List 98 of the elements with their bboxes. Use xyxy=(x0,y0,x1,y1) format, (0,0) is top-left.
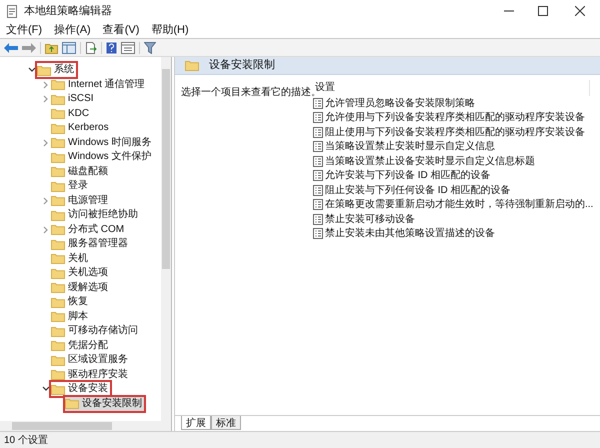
folder-icon xyxy=(51,282,65,294)
filter-icon[interactable] xyxy=(144,42,156,54)
app-icon xyxy=(6,4,18,18)
setting-icon xyxy=(313,170,323,182)
setting-item[interactable]: 允许管理员忽略设备安装限制策略 xyxy=(313,96,600,110)
setting-item[interactable]: 禁止安装可移动设备 xyxy=(313,212,600,226)
tree-item[interactable]: 区域设置服务 xyxy=(51,353,130,368)
chevron-right-icon[interactable] xyxy=(42,80,48,89)
tree-item[interactable]: 设备安装 xyxy=(51,382,110,396)
setting-icon xyxy=(313,112,323,124)
chevron-right-icon[interactable] xyxy=(42,95,48,104)
folder-icon xyxy=(51,224,65,236)
folder-icon xyxy=(185,60,199,71)
menu-item[interactable]: 帮助(H) xyxy=(151,22,189,38)
tab[interactable]: 标准 xyxy=(211,416,241,430)
window-title: 本地组策略编辑器 xyxy=(24,4,112,19)
tree-item[interactable]: 分布式 COM xyxy=(51,222,126,237)
tree-item[interactable]: 电源管理 xyxy=(51,194,110,208)
chevron-right-icon[interactable] xyxy=(42,138,48,147)
folder-up-icon[interactable] xyxy=(45,42,58,54)
setting-icon xyxy=(313,141,323,152)
tree-item[interactable]: 访问被拒绝协助 xyxy=(51,208,140,222)
setting-item[interactable]: 当策略设置禁止安装时显示自定义信息 xyxy=(313,140,600,154)
folder-icon xyxy=(51,166,65,178)
folder-icon xyxy=(51,195,65,206)
folder-icon xyxy=(51,340,65,352)
close-icon xyxy=(575,6,585,16)
forward-arrow-icon[interactable] xyxy=(22,42,36,52)
properties-icon[interactable] xyxy=(121,42,135,54)
tree-item[interactable]: 脚本 xyxy=(51,310,90,324)
tree-item[interactable]: KDC xyxy=(51,106,92,121)
folder-icon xyxy=(51,268,65,279)
menu-item[interactable]: 查看(V) xyxy=(102,22,140,38)
folder-icon xyxy=(51,311,65,322)
tree-item[interactable]: 关机 xyxy=(51,252,90,266)
tree-item[interactable]: 凭据分配 xyxy=(51,338,110,353)
vertical-scrollbar[interactable] xyxy=(161,57,171,421)
maximize-icon xyxy=(538,6,548,16)
folder-icon xyxy=(51,180,65,192)
tree-item[interactable]: 关机选项 xyxy=(51,266,110,280)
chevron-down-icon[interactable] xyxy=(28,67,36,74)
folder-icon xyxy=(51,354,65,366)
tree-item[interactable]: 登录 xyxy=(51,179,90,194)
folder-icon xyxy=(51,79,65,90)
tree-item[interactable]: 服务器管理器 xyxy=(51,237,130,252)
setting-item[interactable]: 在策略更改需要重新启动才能生效时，等待强制重新启动的... xyxy=(313,198,600,212)
help-icon[interactable] xyxy=(106,42,117,54)
folder-icon xyxy=(51,296,65,308)
tree-item[interactable]: iSCSI xyxy=(51,92,96,106)
folder-icon xyxy=(65,398,79,410)
export-icon[interactable] xyxy=(85,42,97,54)
tab[interactable]: 扩展 xyxy=(181,416,211,430)
setting-icon xyxy=(313,156,323,167)
setting-icon xyxy=(313,228,323,240)
chevron-right-icon[interactable] xyxy=(42,226,48,234)
folder-icon xyxy=(51,122,65,134)
tree-item[interactable]: Windows 时间服务 xyxy=(51,136,154,150)
tree-item[interactable]: Kerberos xyxy=(51,121,111,136)
setting-item[interactable]: 阻止使用与下列设备安装程序类相匹配的驱动程序安装设备 xyxy=(313,125,600,140)
setting-icon xyxy=(313,98,323,109)
setting-item[interactable]: 当策略设置禁止设备安装时显示自定义信息标题 xyxy=(313,154,600,168)
setting-item[interactable]: 允许安装与下列设备 ID 相匹配的设备 xyxy=(313,168,600,183)
tree-item[interactable]: 驱动程序安装 xyxy=(51,368,130,382)
setting-icon xyxy=(313,199,323,210)
tree-item[interactable]: 设备安装限制 xyxy=(65,396,144,411)
tree-item[interactable]: 磁盘配额 xyxy=(51,164,110,179)
setting-icon xyxy=(313,126,323,138)
folder-icon xyxy=(51,326,65,337)
chevron-right-icon[interactable] xyxy=(42,196,48,205)
setting-item[interactable]: 允许使用与下列设备安装程序类相匹配的驱动程序安装设备 xyxy=(313,110,600,125)
folder-icon xyxy=(51,369,65,380)
folder-icon xyxy=(51,238,65,250)
folder-icon xyxy=(51,210,65,221)
folder-icon xyxy=(51,152,65,163)
tree-item[interactable]: 可移动存储访问 xyxy=(51,324,140,338)
horizontal-scrollbar[interactable] xyxy=(0,421,171,431)
folder-icon xyxy=(51,94,65,105)
menu-item[interactable]: 操作(A) xyxy=(54,22,91,38)
setting-item[interactable]: 阻止安装与下列任何设备 ID 相匹配的设备 xyxy=(313,183,600,198)
tree-item[interactable]: 缓解选项 xyxy=(51,280,110,295)
folder-icon xyxy=(51,137,65,148)
folder-icon xyxy=(51,253,65,264)
setting-item[interactable]: 禁止安装未由其他策略设置描述的设备 xyxy=(313,226,600,241)
tree-item[interactable]: 系统 xyxy=(37,63,76,78)
folder-icon xyxy=(51,384,65,395)
panel-icon[interactable] xyxy=(62,42,76,54)
setting-icon xyxy=(313,214,323,225)
menu-item[interactable]: 文件(F) xyxy=(6,22,42,38)
tree-item[interactable]: 恢复 xyxy=(51,295,90,310)
status-bar: 10 个设置 xyxy=(0,431,600,448)
back-arrow-icon[interactable] xyxy=(4,42,18,52)
panel-title: 设备安装限制 xyxy=(209,58,275,74)
setting-icon xyxy=(313,184,323,196)
folder-icon xyxy=(37,64,51,76)
tree-item[interactable]: Internet 通信管理 xyxy=(51,78,147,92)
tree-item[interactable]: Windows 文件保护 xyxy=(51,150,154,164)
folder-icon xyxy=(51,108,65,120)
chevron-down-icon[interactable] xyxy=(42,386,50,392)
